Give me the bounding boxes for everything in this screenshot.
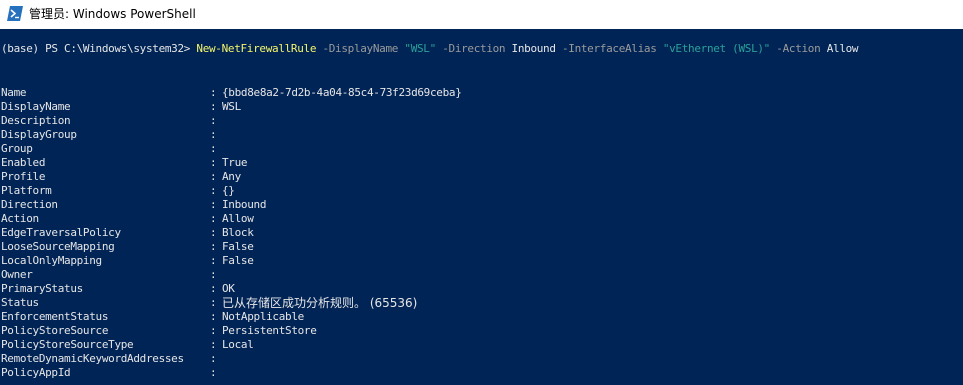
value-interfacealias: "vEthernet (WSL)" [662,42,770,55]
property-key-loosesourcemapping: LooseSourceMapping [1,240,115,253]
property-value-action: Allow [222,212,254,225]
value-displayname: "WSL" [404,42,436,55]
powershell-window: 管理员: Windows PowerShell (base) PS C:\Win… [0,0,963,385]
powershell-icon [7,6,23,21]
property-value-direction: Inbound [222,198,267,211]
property-key-description: Description [1,114,71,127]
property-key-enforcementstatus: EnforcementStatus [1,310,109,323]
property-separator: : [210,156,217,169]
property-separator: : [210,282,217,295]
property-separator: : [210,170,217,183]
property-key-displaygroup: DisplayGroup [1,128,77,141]
property-value-platform: {} [222,184,235,197]
param-action: -Action [769,42,827,55]
property-key-primarystatus: PrimaryStatus [1,282,83,295]
property-separator: : [210,324,217,337]
property-key-policystoresource: PolicyStoreSource [1,324,109,337]
property-value-localonlymapping: False [222,254,254,267]
property-key-profile: Profile [1,170,46,183]
property-value-edgetraversalpolicy: Block [222,226,254,239]
title-bar[interactable]: 管理员: Windows PowerShell [0,0,963,29]
property-key-direction: Direction [1,198,58,211]
cmdlet-name: New-NetFirewallRule [196,42,317,55]
console-output[interactable]: (base) PS C:\Windows\system32> New-NetFi… [0,29,963,385]
command-line: (base) PS C:\Windows\system32> New-NetFi… [1,42,859,56]
value-action: Allow [826,42,859,55]
property-value-policystoresource: PersistentStore [222,324,317,337]
property-separator: : [210,142,217,155]
property-key-platform: Platform [1,184,52,197]
property-key-group: Group [1,142,33,155]
property-value-enabled: True [222,156,248,169]
property-value-displayname: WSL [222,100,241,113]
property-key-name: Name [1,86,27,99]
param-interfacealias: -InterfaceAlias [555,42,663,55]
property-value-primarystatus: OK [222,282,235,295]
value-direction: Inbound [511,42,556,55]
property-separator: : [210,240,217,253]
property-value-enforcementstatus: NotApplicable [222,310,304,323]
property-separator: : [210,268,217,281]
property-separator: : [210,366,217,379]
property-key-status: Status [1,296,39,309]
property-key-edgetraversalpolicy: EdgeTraversalPolicy [1,226,121,239]
property-key-owner: Owner [1,268,33,281]
window-title: 管理员: Windows PowerShell [29,7,196,21]
property-separator: : [210,100,217,113]
property-key-displayname: DisplayName [1,100,71,113]
property-separator: : [210,212,217,225]
property-key-policystoresourcetype: PolicyStoreSourceType [1,338,134,351]
property-separator: : [210,198,217,211]
property-value-policystoresourcetype: Local [222,338,254,351]
property-value-loosesourcemapping: False [222,240,254,253]
property-key-enabled: Enabled [1,156,46,169]
property-separator: : [210,296,217,309]
property-separator: : [210,254,217,267]
property-separator: : [210,338,217,351]
property-separator: : [210,86,217,99]
property-key-localonlymapping: LocalOnlyMapping [1,254,102,267]
property-separator: : [210,226,217,239]
property-separator: : [210,310,217,323]
property-value-status: 已从存储区成功分析规则。 (65536) [222,296,418,310]
property-separator: : [210,114,217,127]
property-key-remotedynamickeywordaddresses: RemoteDynamicKeywordAddresses [1,352,184,365]
property-separator: : [210,128,217,141]
property-separator: : [210,352,217,365]
param-direction: -Direction [435,42,512,55]
property-value-profile: Any [222,170,241,183]
prompt-prefix: (base) PS C:\Windows\system32> [1,42,197,55]
property-separator: : [210,184,217,197]
property-key-action: Action [1,212,39,225]
property-value-name: {bbd8e8a2-7d2b-4a04-85c4-73f23d69ceba} [222,86,462,99]
property-key-policyappid: PolicyAppId [1,366,71,379]
param-displayname: -DisplayName [316,42,405,55]
